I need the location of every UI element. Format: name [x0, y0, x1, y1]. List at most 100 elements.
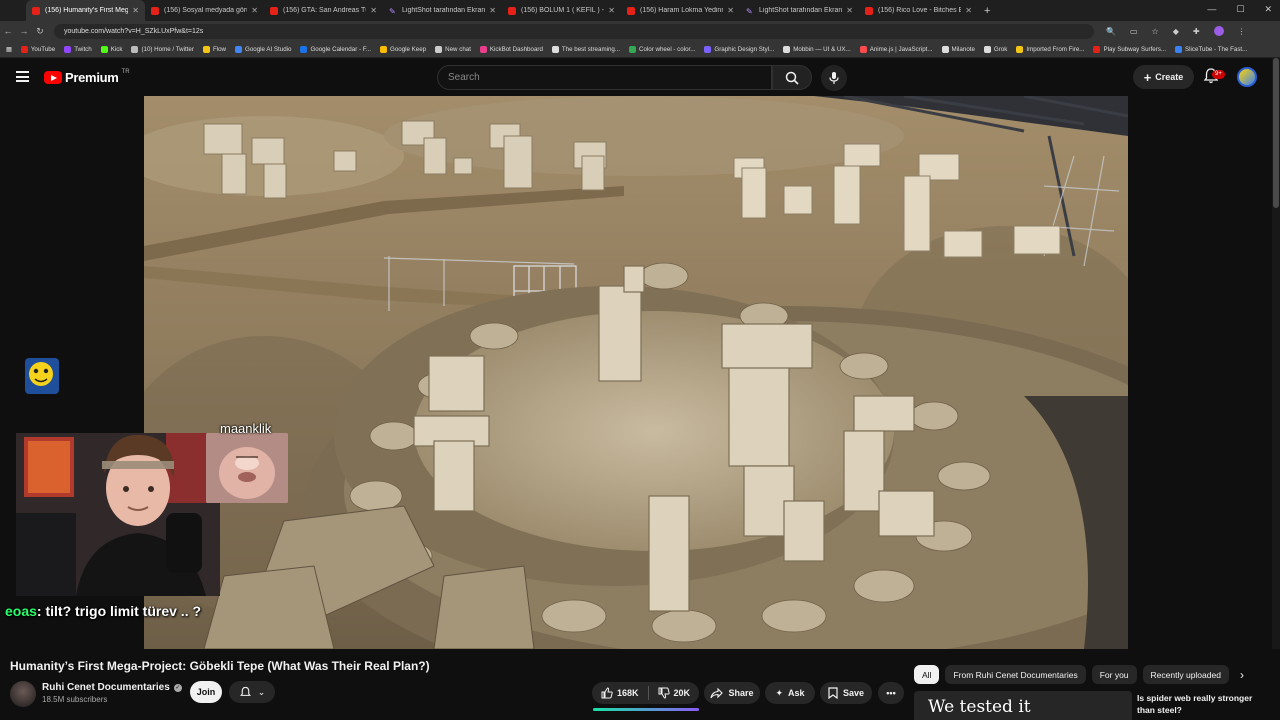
subscribed-notification-button[interactable]: ⌄ [229, 681, 275, 703]
chevron-right-icon[interactable]: › [1240, 668, 1244, 682]
bookmark-item[interactable]: The best streaming... [551, 45, 620, 53]
close-icon[interactable]: ✕ [132, 6, 139, 15]
youtube-icon [627, 6, 635, 15]
bookmark-item[interactable]: Milanote [941, 45, 975, 53]
browser-tab[interactable]: (156) Sosyal medyada görüştü✕ [145, 0, 264, 21]
puzzle-icon[interactable]: ✚ [1193, 27, 1200, 36]
chip-all[interactable]: All [914, 665, 940, 684]
voice-search-button[interactable] [821, 65, 847, 91]
minimize-icon[interactable]: — [1207, 4, 1216, 15]
ask-button[interactable]: ✦ Ask [765, 682, 815, 704]
close-icon[interactable]: ✕ [251, 6, 258, 15]
bookmark-favicon-icon [551, 45, 559, 53]
channel-avatar[interactable] [10, 681, 36, 707]
browser-tab[interactable]: ✎LightShot tarafından Ekran Görü✕ [383, 0, 502, 21]
bookmark-favicon-icon [64, 45, 72, 53]
like-button[interactable]: 168K [601, 687, 639, 699]
youtube-icon [508, 6, 516, 15]
bookmark-star-icon[interactable]: ☆ [1152, 27, 1159, 36]
browser-tab[interactable]: (156) Rico Love - Bitches Be Lil✕ [859, 0, 978, 21]
reload-icon[interactable]: ↻ [32, 26, 48, 37]
bookmark-item[interactable]: Grok [983, 45, 1007, 53]
close-icon[interactable]: ✕ [846, 6, 853, 15]
bookmark-item[interactable]: Google AI Studio [235, 45, 291, 53]
bookmark-item[interactable]: KickBot Dashboard [479, 45, 543, 53]
bookmark-item[interactable]: Flow [202, 45, 226, 53]
dislike-button[interactable]: 20K [658, 687, 690, 699]
browser-tab[interactable]: ✎LightShot tarafından Ekran Gör✕ [740, 0, 859, 21]
bookmark-item[interactable]: Play Subway Surfers... [1093, 45, 1166, 53]
browser-tab[interactable]: (156) Haram Lokma Yedinmi Hi✕ [621, 0, 740, 21]
bookmark-item[interactable]: Graphic Design Styl... [704, 45, 774, 53]
bookmark-favicon-icon [202, 45, 210, 53]
cast-icon[interactable]: ▭ [1130, 27, 1138, 36]
create-button[interactable]: + Create [1133, 65, 1194, 89]
bookmark-item[interactable]: SliceTube - The Fast... [1175, 45, 1247, 53]
menu-icon[interactable]: ⋮ [1238, 27, 1246, 36]
bookmark-favicon-icon [20, 45, 28, 53]
search-button[interactable] [772, 65, 812, 90]
bookmark-item[interactable]: Twitch [64, 45, 92, 53]
account-avatar[interactable] [1237, 67, 1257, 87]
bookmark-item[interactable]: (10) Home / Twitter [131, 45, 194, 53]
browser-tab[interactable]: (156) Humanity's First Mega-Proj✕ [26, 0, 145, 21]
extension-icon[interactable]: ◆ [1173, 27, 1179, 36]
page-scrollbar[interactable] [1272, 58, 1280, 720]
close-icon[interactable]: ✕ [965, 6, 972, 15]
scrollbar-thumb[interactable] [1273, 58, 1279, 208]
thumbs-up-icon [601, 687, 613, 699]
chevron-down-icon: ⌄ [257, 686, 266, 697]
recommended-video-thumbnail[interactable]: We tested it [914, 691, 1132, 720]
chip-recently-uploaded[interactable]: Recently uploaded [1142, 665, 1229, 684]
bookmark-item[interactable]: Mobbin — UI & UX... [783, 45, 851, 53]
channel-name[interactable]: Ruhi Cenet Documentaries ✓ [42, 682, 182, 693]
bookmark-favicon-icon [100, 45, 108, 53]
bookmark-item[interactable]: New chat [435, 45, 471, 53]
browser-tab-bar: (156) Humanity's First Mega-Proj✕ (156) … [0, 0, 1280, 21]
address-bar-row: ← → ↻ youtube.com/watch?v=H_SZkLUxPfw&t=… [0, 21, 1280, 41]
close-window-icon[interactable]: ✕ [1264, 4, 1272, 15]
close-icon[interactable]: ✕ [608, 6, 615, 15]
share-button[interactable]: Share [704, 682, 760, 704]
recommended-video-title[interactable]: Is spider web really stronger than steel… [1137, 692, 1267, 716]
join-button[interactable]: Join [190, 681, 222, 703]
video-player[interactable]: maanklik eoas: tilt? trigo limit türev .… [0, 96, 1280, 649]
url-field[interactable]: youtube.com/watch?v=H_SZkLUxPfw&t=12s [54, 23, 1094, 39]
video-title: Humanity’s First Mega-Project: Göbekli T… [10, 659, 430, 673]
back-icon[interactable]: ← [0, 26, 16, 36]
bookmarks-bar: ▦ YouTube Twitch Kick (10) Home / Twitte… [0, 41, 1280, 58]
profile-icon[interactable] [1213, 26, 1224, 36]
zoom-icon[interactable]: 🔍 [1106, 27, 1116, 36]
maximize-icon[interactable]: ☐ [1236, 4, 1244, 15]
more-actions-button[interactable]: ••• [878, 682, 904, 704]
bookmark-favicon-icon [435, 45, 443, 53]
bookmark-item[interactable]: Kick [100, 45, 122, 53]
bookmark-favicon-icon [300, 45, 308, 53]
close-icon[interactable]: ✕ [370, 6, 377, 15]
save-button[interactable]: Save [820, 682, 872, 704]
new-tab-button[interactable]: + [984, 5, 990, 17]
menu-icon[interactable] [16, 71, 29, 82]
bookmark-item[interactable]: Color wheel - color... [629, 45, 695, 53]
bookmark-item[interactable]: Anime.js | JavaScript... [859, 45, 933, 53]
plus-icon: + [1143, 69, 1152, 85]
apps-icon[interactable]: ▦ [6, 46, 12, 53]
bookmark-item[interactable]: Google Keep [380, 45, 426, 53]
chip-for-you[interactable]: For you [1091, 665, 1137, 684]
forward-icon[interactable]: → [16, 26, 32, 36]
microphone-icon [829, 72, 839, 84]
youtube-icon [865, 6, 873, 15]
browser-tab[interactable]: (156) GTA: San Andreas Türkçe✕ [264, 0, 383, 21]
browser-tab[interactable]: (156) BÖLÜM 1 ( KEFİL ) - YouT✕ [502, 0, 621, 21]
close-icon[interactable]: ✕ [489, 6, 496, 15]
youtube-logo[interactable]: Premium TR [44, 69, 130, 85]
youtube-icon [32, 6, 40, 15]
search-input[interactable]: Search [437, 65, 772, 90]
close-icon[interactable]: ✕ [727, 6, 734, 15]
search-icon [785, 71, 799, 85]
stream-chat-message: eoas: tilt? trigo limit türev .. ? [5, 603, 201, 619]
bookmark-item[interactable]: YouTube [20, 45, 55, 53]
chip-from-channel[interactable]: From Ruhi Cenet Documentaries [945, 665, 1086, 684]
bookmark-item[interactable]: Imported From Fire... [1016, 45, 1084, 53]
bookmark-item[interactable]: Google Calendar - F... [300, 45, 371, 53]
